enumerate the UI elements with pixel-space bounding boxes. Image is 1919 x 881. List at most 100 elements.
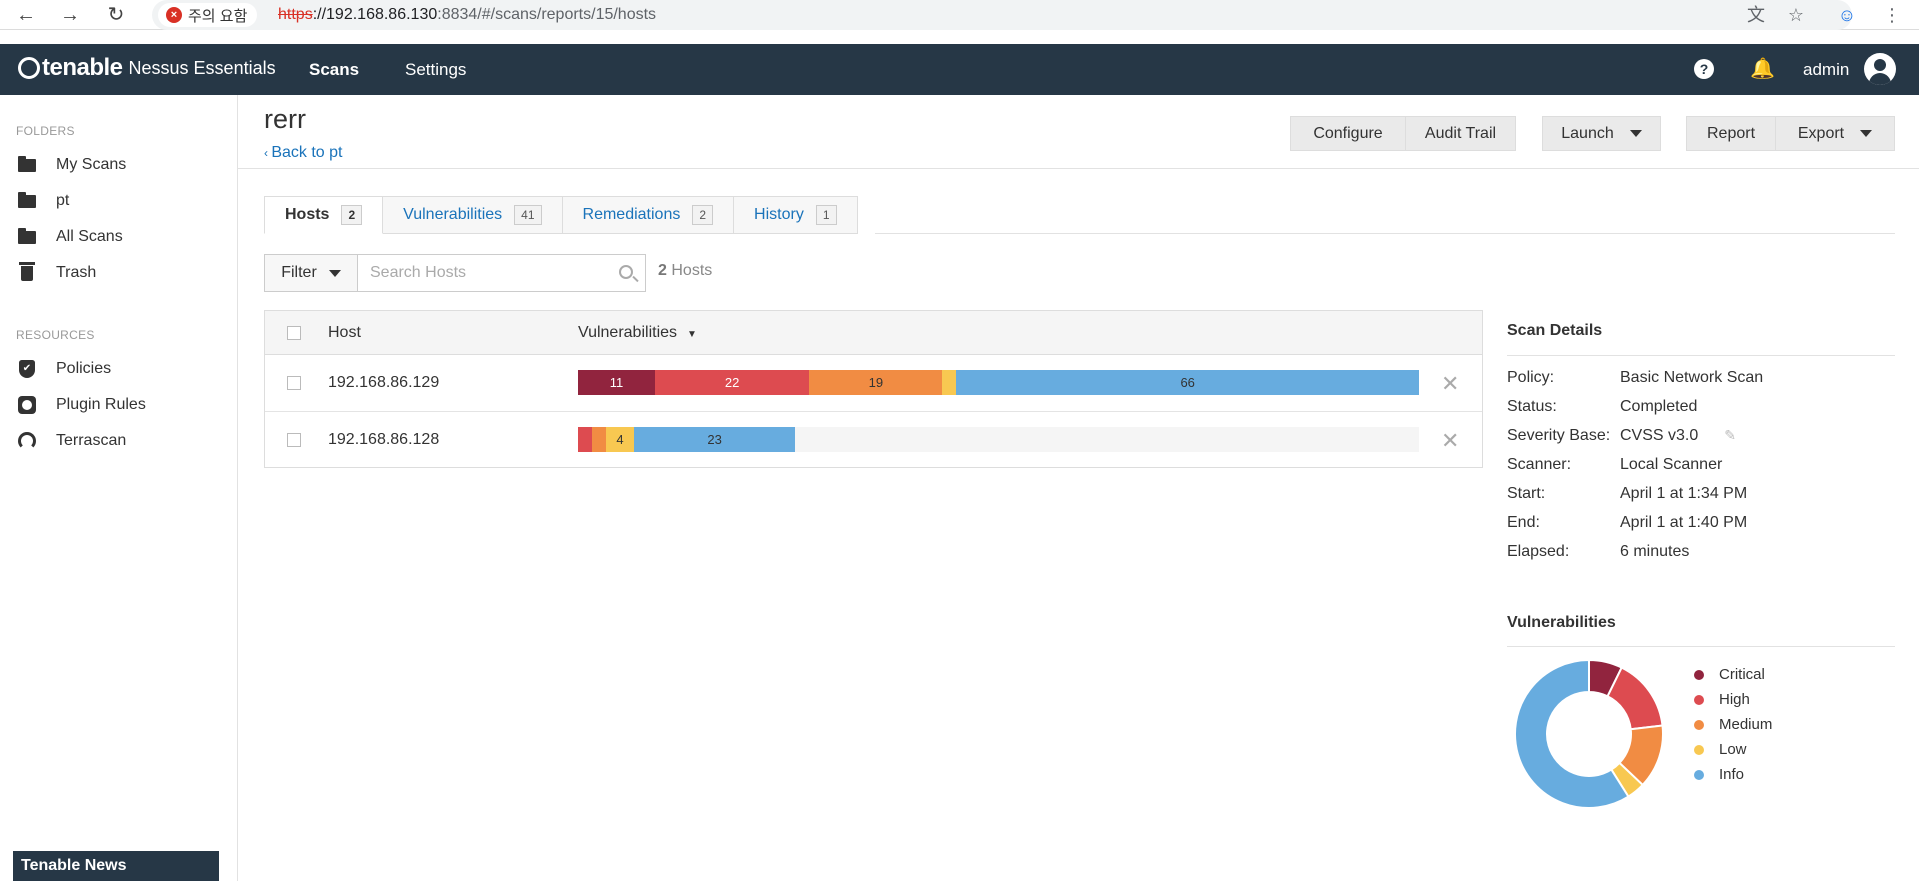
sidebar-item-pt[interactable]: pt xyxy=(16,187,226,215)
notification-bell-icon[interactable]: 🔔 xyxy=(1750,56,1775,81)
avatar[interactable] xyxy=(1864,53,1896,85)
segment-critical[interactable]: 11 xyxy=(578,370,656,395)
segment-low[interactable]: 4 xyxy=(606,427,635,452)
search-icon[interactable] xyxy=(619,265,633,279)
segment-high[interactable]: 22 xyxy=(655,370,810,395)
folder-icon xyxy=(16,191,38,208)
terrascan-icon xyxy=(16,432,38,450)
sidebar-item-trash[interactable]: Trash xyxy=(16,259,226,287)
url-text[interactable]: https://192.168.86.130:8834/#/scans/repo… xyxy=(278,6,656,24)
sidebar-item-plugin-rules[interactable]: Plugin Rules xyxy=(16,391,226,419)
tenable-news-bar[interactable]: Tenable News xyxy=(13,851,219,881)
header-divider xyxy=(238,168,1919,169)
tab-remediations[interactable]: Remediations 2 xyxy=(562,196,735,234)
legend-dot xyxy=(1694,669,1704,680)
segment-high[interactable] xyxy=(578,427,593,452)
segment-medium[interactable]: 19 xyxy=(809,370,943,395)
vulnerability-bar[interactable]: 4 23 xyxy=(578,427,1419,452)
detail-status: Status: Completed xyxy=(1507,398,1698,415)
reload-icon[interactable]: ↻ xyxy=(104,3,128,27)
vulnerabilities-donut-chart[interactable] xyxy=(1514,659,1664,809)
detail-scanner: Scanner: Local Scanner xyxy=(1507,456,1723,473)
legend-critical[interactable]: Critical xyxy=(1694,662,1772,687)
host-ip[interactable]: 192.168.86.129 xyxy=(328,374,439,392)
legend-dot xyxy=(1694,744,1704,755)
select-all-checkbox[interactable] xyxy=(287,326,301,340)
tab-history[interactable]: History 1 xyxy=(734,196,858,234)
tenable-logo[interactable]: tenable Nessus Essentials xyxy=(18,54,276,82)
legend-dot xyxy=(1694,769,1704,780)
legend-dot xyxy=(1694,694,1704,705)
configure-button[interactable]: Configure xyxy=(1290,116,1406,151)
back-arrow-icon[interactable]: ← xyxy=(14,3,38,27)
row-checkbox[interactable] xyxy=(287,433,301,447)
sidebar-item-my-scans[interactable]: My Scans xyxy=(16,151,226,179)
scan-details-title: Scan Details xyxy=(1507,322,1603,339)
sidebar-item-all-scans[interactable]: All Scans xyxy=(16,223,226,251)
legend-high[interactable]: High xyxy=(1694,687,1772,712)
host-count: 2 Hosts xyxy=(658,262,713,279)
audit-trail-button[interactable]: Audit Trail xyxy=(1405,116,1516,151)
security-warning-chip[interactable]: × 주의 요함 xyxy=(158,3,258,27)
delete-host-icon[interactable]: ✕ xyxy=(1441,371,1459,397)
caret-down-icon xyxy=(328,269,341,277)
folder-icon xyxy=(16,155,38,172)
translate-icon[interactable]: 文 xyxy=(1744,3,1768,27)
vulnerability-bar[interactable]: 11 22 19 66 xyxy=(578,370,1419,395)
forward-arrow-icon[interactable]: → xyxy=(58,3,82,27)
row-checkbox[interactable] xyxy=(287,376,301,390)
detail-severity-base: Severity Base: CVSS v3.0 ✎ xyxy=(1507,427,1736,444)
export-button[interactable]: Export xyxy=(1775,116,1895,151)
profile-icon[interactable]: ☺ xyxy=(1835,3,1859,27)
address-bar[interactable]: × 주의 요함 https://192.168.86.130:8834/#/sc… xyxy=(152,0,1852,30)
launch-button[interactable]: Launch xyxy=(1542,116,1661,151)
chart-legend: Critical High Medium Low Info xyxy=(1694,662,1772,787)
tab-hosts[interactable]: Hosts 2 xyxy=(264,196,384,234)
legend-low[interactable]: Low xyxy=(1694,737,1772,762)
segment-medium[interactable] xyxy=(592,427,607,452)
legend-medium[interactable]: Medium xyxy=(1694,712,1772,737)
help-icon[interactable]: ? xyxy=(1694,59,1714,79)
details-divider xyxy=(1507,355,1895,356)
sidebar-item-terrascan[interactable]: Terrascan xyxy=(16,427,226,455)
tab-count: 41 xyxy=(514,205,542,225)
back-link[interactable]: ‹ Back to pt xyxy=(264,144,343,162)
tab-count: 2 xyxy=(692,205,714,225)
folders-heading: FOLDERS xyxy=(16,124,75,138)
tabs-baseline xyxy=(875,233,1895,234)
segment-info[interactable]: 66 xyxy=(956,370,1419,395)
delete-host-icon[interactable]: ✕ xyxy=(1441,428,1459,454)
search-input[interactable] xyxy=(370,264,600,282)
nav-scans[interactable]: Scans xyxy=(309,60,359,80)
table-row[interactable]: 192.168.86.129 11 22 19 66 ✕ xyxy=(265,355,1482,412)
caret-down-icon xyxy=(1629,130,1642,137)
column-vulnerabilities[interactable]: Vulnerabilities ▼ xyxy=(578,324,697,342)
column-host[interactable]: Host xyxy=(328,324,361,342)
legend-info[interactable]: Info xyxy=(1694,762,1772,787)
table-row[interactable]: 192.168.86.128 4 23 ✕ xyxy=(265,412,1482,469)
sidebar-item-policies[interactable]: ✔ Policies xyxy=(16,355,226,383)
nav-settings[interactable]: Settings xyxy=(405,60,466,80)
edit-pencil-icon[interactable]: ✎ xyxy=(1724,427,1736,444)
filter-button[interactable]: Filter xyxy=(264,254,358,292)
vulnerabilities-chart-title: Vulnerabilities xyxy=(1507,614,1616,631)
kebab-menu-icon[interactable]: ⋮ xyxy=(1880,3,1904,27)
tab-count: 2 xyxy=(341,205,363,225)
caret-down-icon xyxy=(1860,130,1873,137)
table-header: Host Vulnerabilities ▼ xyxy=(265,311,1482,355)
report-button[interactable]: Report xyxy=(1686,116,1776,151)
trash-icon xyxy=(16,261,38,281)
segment-info[interactable]: 23 xyxy=(634,427,796,452)
legend-dot xyxy=(1694,719,1704,730)
segment-low[interactable] xyxy=(942,370,957,395)
chart-divider xyxy=(1507,646,1895,647)
sort-down-icon: ▼ xyxy=(687,329,697,340)
plugin-icon xyxy=(16,396,38,414)
tab-vulnerabilities[interactable]: Vulnerabilities 41 xyxy=(383,196,563,234)
search-box xyxy=(357,254,646,292)
page-title: rerr xyxy=(264,104,306,134)
user-name[interactable]: admin xyxy=(1803,60,1849,80)
bookmark-star-icon[interactable]: ☆ xyxy=(1784,3,1808,27)
detail-policy: Policy: Basic Network Scan xyxy=(1507,369,1764,386)
host-ip[interactable]: 192.168.86.128 xyxy=(328,431,439,449)
